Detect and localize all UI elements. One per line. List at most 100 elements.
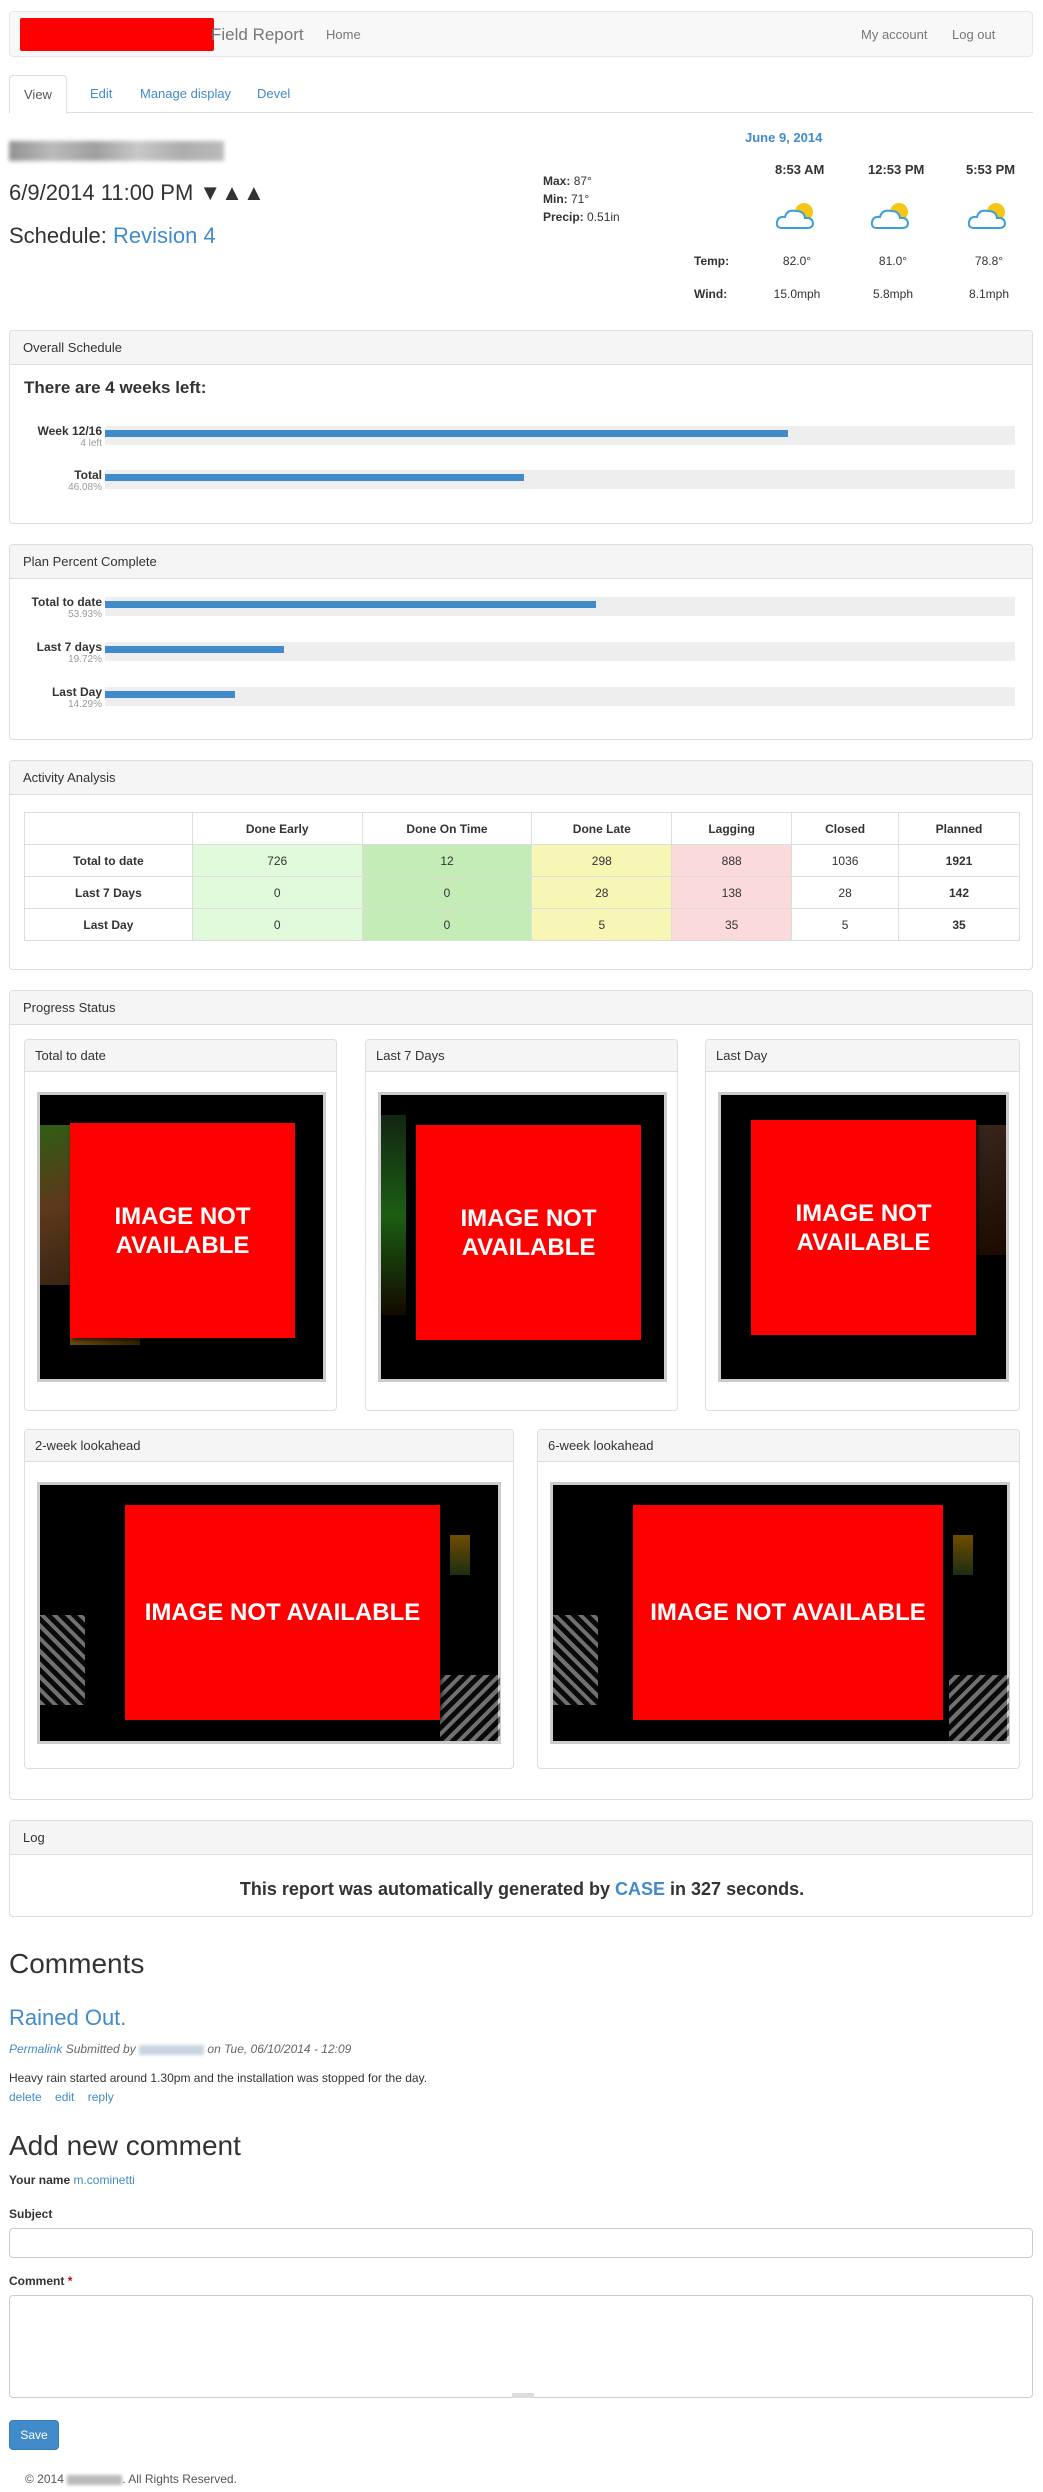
comment-actions: delete edit reply bbox=[9, 2090, 114, 2104]
progress-sublabel: 14.29% bbox=[68, 699, 102, 710]
cell-planned: 1921 bbox=[898, 844, 1020, 877]
precip-label: Precip: bbox=[543, 210, 584, 224]
subpanel-heading: 2-week lookahead bbox=[25, 1430, 513, 1462]
column-header: Closed bbox=[791, 812, 900, 845]
progress-label: Last 7 days bbox=[36, 640, 102, 654]
temp-value: 81.0° bbox=[878, 254, 908, 268]
plan-percent-panel: Plan Percent Complete Total to date 53.9… bbox=[9, 544, 1033, 740]
log-message: This report was automatically generated … bbox=[10, 1879, 1034, 1900]
tab-devel[interactable]: Devel bbox=[243, 75, 304, 113]
table-row: Last 7 Days 0 0 28 138 28 142 bbox=[24, 876, 1020, 909]
progress-subpanel: Last 7 Days IMAGE NOT AVAILABLE bbox=[365, 1039, 678, 1411]
panel-heading: Activity Analysis bbox=[10, 761, 1032, 795]
progress-subpanel: Total to date IMAGE NOT AVAILABLE bbox=[24, 1039, 337, 1411]
column-header: Done Early bbox=[191, 812, 363, 845]
comment-textarea[interactable] bbox=[9, 2295, 1033, 2398]
temp-value: 78.8° bbox=[974, 254, 1004, 268]
progress-image[interactable]: IMAGE NOT AVAILABLE bbox=[550, 1482, 1010, 1744]
progress-image[interactable]: IMAGE NOT AVAILABLE bbox=[37, 1092, 326, 1382]
permalink-link[interactable]: Permalink bbox=[9, 2042, 62, 2056]
temp-value: 82.0° bbox=[782, 254, 812, 268]
save-button[interactable]: Save bbox=[9, 2420, 59, 2450]
image-not-available-placeholder: IMAGE NOT AVAILABLE bbox=[125, 1505, 440, 1720]
cell-done-early: 0 bbox=[191, 876, 363, 909]
min-value: 71° bbox=[571, 192, 590, 206]
progress-track bbox=[105, 426, 1015, 445]
table-corner bbox=[24, 812, 193, 845]
subpanel-heading: Last Day bbox=[706, 1040, 1019, 1072]
weather-min: Min: 71° bbox=[543, 192, 589, 206]
reply-link[interactable]: reply bbox=[88, 2090, 114, 2104]
schedule-line: Schedule: Revision 4 bbox=[9, 223, 216, 249]
progress-status-panel: Progress Status Total to date IMAGE NOT … bbox=[9, 990, 1033, 1800]
log-panel: Log This report was automatically genera… bbox=[9, 1820, 1033, 1917]
comment-label: Comment bbox=[9, 2274, 65, 2288]
tab-manage-display[interactable]: Manage display bbox=[126, 75, 245, 113]
row-label: Last Day bbox=[24, 908, 193, 941]
column-header: Done On Time bbox=[361, 812, 533, 845]
cell-closed: 5 bbox=[791, 908, 900, 941]
your-name-label: Your name bbox=[9, 2173, 71, 2187]
partly-cloudy-icon bbox=[775, 203, 815, 229]
column-header: Done Late bbox=[531, 812, 673, 845]
progress-track bbox=[105, 687, 1015, 706]
progress-subpanel: Last Day IMAGE NOT AVAILABLE bbox=[705, 1039, 1020, 1411]
comment-title-link[interactable]: Rained Out. bbox=[9, 2005, 126, 2031]
author-name-redacted[interactable] bbox=[139, 2044, 205, 2055]
nav-home[interactable]: Home bbox=[326, 27, 361, 42]
weather-precip: Precip: 0.51in bbox=[543, 210, 620, 224]
precip-value: 0.51in bbox=[587, 210, 620, 224]
progress-image[interactable]: IMAGE NOT AVAILABLE bbox=[718, 1092, 1009, 1382]
navbar-brand[interactable]: Field Report bbox=[211, 25, 304, 45]
log-text-pre: This report was automatically generated … bbox=[239, 1879, 616, 1899]
progress-sublabel: 19.72% bbox=[68, 654, 102, 665]
panel-heading: Progress Status bbox=[10, 991, 1032, 1025]
comment-body: Heavy rain started around 1.30pm and the… bbox=[9, 2071, 428, 2085]
progress-track bbox=[105, 597, 1015, 616]
progress-sublabel: 46.08% bbox=[68, 482, 102, 493]
image-not-available-placeholder: IMAGE NOT AVAILABLE bbox=[70, 1123, 295, 1338]
row-label: Total to date bbox=[24, 844, 193, 877]
subject-label: Subject bbox=[9, 2207, 53, 2221]
progress-label: Total to date bbox=[31, 595, 102, 609]
comments-heading: Comments bbox=[9, 1948, 145, 1979]
case-link[interactable]: CASE bbox=[615, 1879, 665, 1899]
wind-value: 5.8mph bbox=[872, 287, 914, 301]
progress-image[interactable]: IMAGE NOT AVAILABLE bbox=[37, 1482, 501, 1744]
weather-time: 5:53 PM bbox=[966, 162, 1016, 177]
wind-value: 8.1mph bbox=[968, 287, 1010, 301]
activity-analysis-panel: Activity Analysis Done Early Done On Tim… bbox=[9, 760, 1033, 970]
image-not-available-placeholder: IMAGE NOT AVAILABLE bbox=[751, 1120, 976, 1335]
edit-link[interactable]: edit bbox=[55, 2090, 74, 2104]
progress-sublabel: 4 left bbox=[80, 438, 102, 449]
progress-bar bbox=[105, 646, 285, 653]
schedule-label: Schedule: bbox=[9, 223, 107, 248]
partly-cloudy-icon bbox=[967, 203, 1007, 229]
tab-edit[interactable]: Edit bbox=[76, 75, 126, 113]
company-name-redacted bbox=[67, 2474, 123, 2485]
cell-planned: 35 bbox=[898, 908, 1020, 941]
cell-done-late: 28 bbox=[531, 876, 673, 909]
copyright-post: . All Rights Reserved. bbox=[122, 2472, 237, 2486]
weeks-left-heading: There are 4 weeks left: bbox=[24, 378, 207, 397]
cell-done-on-time: 0 bbox=[361, 908, 533, 941]
progress-bar bbox=[105, 601, 596, 608]
your-name-link[interactable]: m.cominetti bbox=[73, 2173, 134, 2187]
schedule-revision-link[interactable]: Revision 4 bbox=[113, 223, 216, 248]
cell-done-on-time: 0 bbox=[361, 876, 533, 909]
progress-image[interactable]: IMAGE NOT AVAILABLE bbox=[378, 1092, 667, 1382]
activity-table: Done Early Done On Time Done Late Laggin… bbox=[24, 812, 1020, 941]
nav-my-account[interactable]: My account bbox=[861, 27, 927, 42]
textarea-grippie[interactable] bbox=[512, 2393, 534, 2398]
panel-heading: Log bbox=[10, 1821, 1032, 1855]
tab-view[interactable]: View bbox=[9, 75, 67, 114]
cell-lagging: 138 bbox=[671, 876, 793, 909]
subject-input[interactable] bbox=[9, 2228, 1033, 2258]
submitted-by-text: Submitted by bbox=[62, 2042, 140, 2056]
cell-done-early: 0 bbox=[191, 908, 363, 941]
progress-sublabel: 53.93% bbox=[68, 609, 102, 620]
nav-logout[interactable]: Log out bbox=[952, 27, 995, 42]
delete-link[interactable]: delete bbox=[9, 2090, 42, 2104]
site-logo[interactable] bbox=[20, 18, 214, 51]
weather-date-link[interactable]: June 9, 2014 bbox=[745, 130, 822, 145]
